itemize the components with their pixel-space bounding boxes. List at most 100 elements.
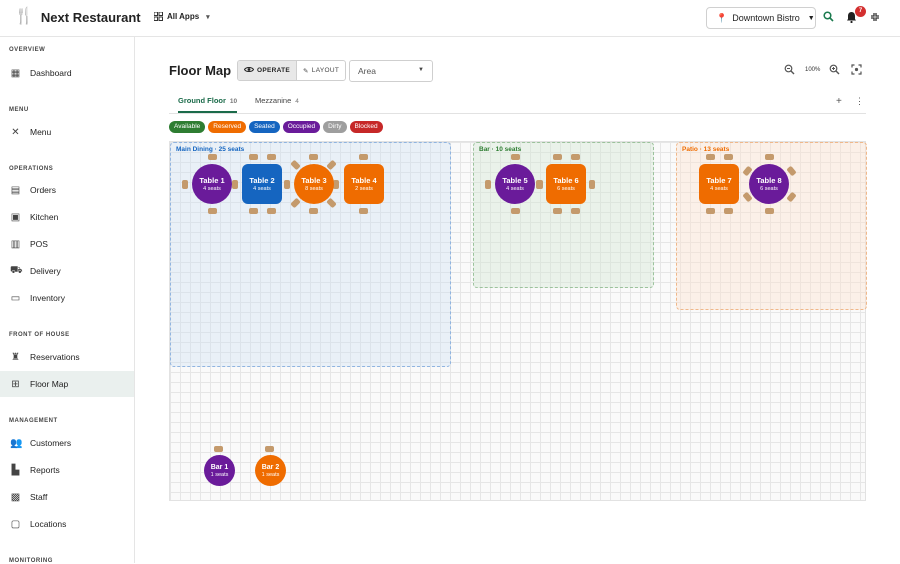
chair [284,180,290,189]
table-seats: 6 seats [557,186,575,192]
table-name: Table 5 [502,176,528,185]
collapse-icon[interactable] [870,12,880,24]
sidebar-item-reservations[interactable]: ♜ Reservations [0,344,134,370]
sidebar-item-label: Orders [30,185,56,195]
status-legend: Available Reserved Seated Occupied Dirty… [169,121,383,133]
kitchen-icon: ▣ [10,211,21,223]
chair [553,154,562,160]
sidebar-item-reports[interactable]: ▙ Reports [0,457,134,483]
layout-label: LAYOUT [311,67,340,74]
sidebar-item-pos[interactable]: ▥ POS [0,231,134,257]
badge-icon: ▩ [10,491,21,503]
inventory-icon: ▭ [10,292,21,304]
sidebar-item-staff[interactable]: ▩ Staff [0,484,134,510]
sidebar-item-floor-map[interactable]: ⊞ Floor Map [0,371,134,397]
table-6[interactable]: Table 6 6 seats [546,164,586,204]
location-selector[interactable]: 📍 Downtown Bistro ▼ [706,7,816,29]
layout-mode-button[interactable]: ✎ LAYOUT [296,61,345,80]
sidebar-item-label: Dashboard [30,68,72,78]
receipt-icon: ▤ [10,184,21,196]
chair [706,154,715,160]
all-apps-button[interactable]: All Apps ▾ [154,12,210,21]
table-seats: 6 seats [760,186,778,192]
chair [571,208,580,214]
legend-reserved: Reserved [208,121,247,133]
sidebar-item-orders[interactable]: ▤ Orders [0,177,134,203]
zoom-out-icon[interactable] [784,64,795,78]
sidebar-item-kitchen[interactable]: ▣ Kitchen [0,204,134,230]
sidebar-item-inventory[interactable]: ▭ Inventory [0,285,134,311]
table-1[interactable]: Table 1 4 seats [192,164,232,204]
truck-icon: ⛟ [10,264,23,276]
area-select[interactable]: Area ▼ [349,60,433,82]
section-menu: MENU [9,107,29,113]
table-3[interactable]: Table 3 8 seats [294,164,334,204]
table-8[interactable]: Table 8 6 seats [749,164,789,204]
more-vert-icon[interactable]: ⋮ [855,96,864,107]
tab-label: Ground Floor [178,96,226,105]
grid-icon [154,12,163,21]
section-front-of-house: FRONT OF HOUSE [9,332,70,338]
sidebar-item-label: Floor Map [30,379,69,389]
chair [208,208,217,214]
table-5[interactable]: Table 5 4 seats [495,164,535,204]
chair [309,154,318,160]
pencil-icon: ✎ [303,67,309,75]
chair [765,208,774,214]
chair [589,180,595,189]
sidebar-item-menu[interactable]: ✕ Menu [0,119,134,145]
sidebar-item-label: Locations [30,519,67,529]
table-seats: 4 seats [506,186,524,192]
chair [232,180,238,189]
table-seats: 1 seats [261,471,280,478]
bar-seat-1[interactable]: Bar 1 1 seats [204,455,235,486]
legend-blocked: Blocked [349,121,383,133]
table-4[interactable]: Table 4 2 seats [344,164,384,204]
sidebar-item-locations[interactable]: ▢ Locations [0,511,134,537]
table-seats: 2 seats [355,186,373,192]
floor-tabs: Ground Floor 10 Mezzanine 4 [169,93,866,114]
tab-mezzanine[interactable]: Mezzanine 4 [255,96,299,113]
section-management: MANAGEMENT [9,418,58,424]
chair [267,154,276,160]
bar-seat-2[interactable]: Bar 2 1 seats [255,455,286,486]
reservation-icon: ♜ [11,351,20,363]
top-bar: 🍴 Next Restaurant All Apps ▾ 📍 Downtown … [0,0,900,37]
add-floor-icon[interactable]: + [836,96,842,107]
sidebar-item-dashboard[interactable]: ▦ Dashboard [0,60,134,86]
operate-mode-button[interactable]: OPERATE [238,61,297,80]
section-operations: OPERATIONS [9,166,54,172]
sidebar-item-label: POS [30,239,48,249]
table-7[interactable]: Table 7 4 seats [699,164,739,204]
sidebar-item-label: Inventory [30,293,65,303]
table-seats: 8 seats [305,186,323,192]
area-select-value: Area [358,66,376,76]
table-2[interactable]: Table 2 4 seats [242,164,282,204]
table-seats: 4 seats [253,186,271,192]
sidebar: OVERVIEW ▦ Dashboard MENU ✕ Menu OPERATI… [0,37,135,564]
chair [265,446,274,452]
section-overview: OVERVIEW [9,47,46,53]
search-icon[interactable] [823,11,834,25]
sidebar-item-delivery[interactable]: ⛟ Delivery [0,258,134,284]
sidebar-item-customers[interactable]: 👥 Customers [0,430,134,456]
all-apps-label: All Apps [167,12,200,21]
brand[interactable]: 🍴 Next Restaurant [14,9,141,25]
fit-to-screen-icon[interactable] [851,64,862,78]
utensils-crossed-icon: ✕ [11,126,20,138]
sidebar-item-label: Customers [30,438,72,448]
floor-canvas[interactable]: Main Dining · 25 seats Bar · 10 seats Pa… [169,141,867,501]
table-seats: 4 seats [203,186,221,192]
chair [208,154,217,160]
table-seats: 1 seats [210,471,229,478]
chair [511,154,520,160]
table-name: Table 8 [756,176,782,185]
sidebar-item-label: Kitchen [30,212,59,222]
page-title: Floor Map [169,63,232,78]
utensils-icon: 🍴 [14,8,34,25]
chair [706,208,715,214]
zone-label: Bar · 10 seats [479,146,522,153]
zoom-in-icon[interactable] [829,64,840,78]
tab-ground-floor[interactable]: Ground Floor 10 [178,96,238,113]
tab-count: 10 [229,98,238,105]
